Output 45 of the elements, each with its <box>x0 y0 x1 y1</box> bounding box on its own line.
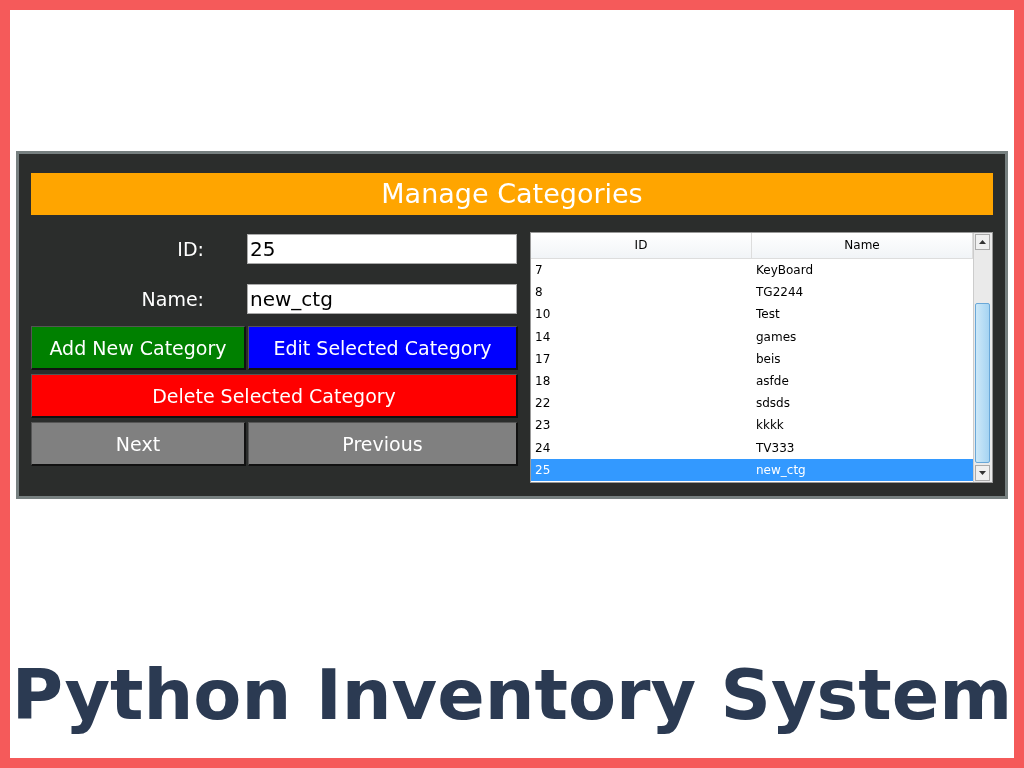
field-label: Name: <box>140 288 204 310</box>
scroll-up-icon[interactable] <box>975 234 990 250</box>
table-cell-text: 22 <box>534 396 551 411</box>
action-button[interactable]: Edit Selected Category <box>248 326 518 370</box>
action-button[interactable]: Previous <box>248 422 518 466</box>
input-field[interactable]: new_ctg <box>247 284 517 314</box>
table-cell-text: games <box>755 329 797 344</box>
list-row[interactable]: 17 beis <box>531 347 973 370</box>
scroll-thumb[interactable] <box>975 303 990 463</box>
table-cell-text: sdsds <box>755 396 790 411</box>
scrollbar[interactable] <box>973 233 992 482</box>
action-button[interactable]: Add New Category <box>31 326 246 370</box>
table-cell-text: Test <box>755 307 780 322</box>
action-button[interactable]: Delete Selected Category <box>31 374 518 418</box>
table-cell-text: 8 <box>534 285 543 300</box>
list-row[interactable]: 18 asfde <box>531 369 973 393</box>
table-cell-text: TV333 <box>755 440 795 455</box>
table-cell-text: TG2244 <box>755 285 804 300</box>
table-cell-text: 25 <box>534 462 551 477</box>
table-cell-text: 14 <box>534 329 551 344</box>
input-field[interactable]: 25 <box>247 234 517 264</box>
field-label: ID: <box>176 238 204 260</box>
list-row[interactable]: 14 games <box>531 325 973 348</box>
window-title: Manage Categories <box>31 173 993 215</box>
table-cell-text: 10 <box>534 307 551 322</box>
list-row[interactable]: 8 TG2244 <box>531 281 973 304</box>
table-cell-text: 17 <box>534 351 551 366</box>
list-row[interactable]: 7 KeyBoard <box>531 259 973 282</box>
list-row[interactable]: 22 sdsds <box>531 392 973 415</box>
table-cell-text: 24 <box>534 440 551 455</box>
list-row[interactable]: 23 kkkk <box>531 414 973 437</box>
table-cell-text: 7 <box>534 263 543 277</box>
column-header[interactable]: ID <box>531 233 752 258</box>
list-row[interactable]: 10 Test <box>531 303 973 326</box>
table-cell-text: kkkk <box>755 418 784 433</box>
table-cell-text: beis <box>755 351 781 366</box>
table-cell-text: asfde <box>755 373 789 388</box>
action-button[interactable]: Next <box>31 422 246 466</box>
scroll-down-icon[interactable] <box>975 465 990 481</box>
poster-caption: Python Inventory System <box>11 654 1013 736</box>
table-cell-text: 18 <box>534 373 551 388</box>
table-cell-text: new_ctg <box>755 462 806 477</box>
table-cell-text: 23 <box>534 418 551 433</box>
list-row[interactable]: 24 TV333 <box>531 436 973 459</box>
table-cell-text: KeyBoard <box>755 263 814 277</box>
